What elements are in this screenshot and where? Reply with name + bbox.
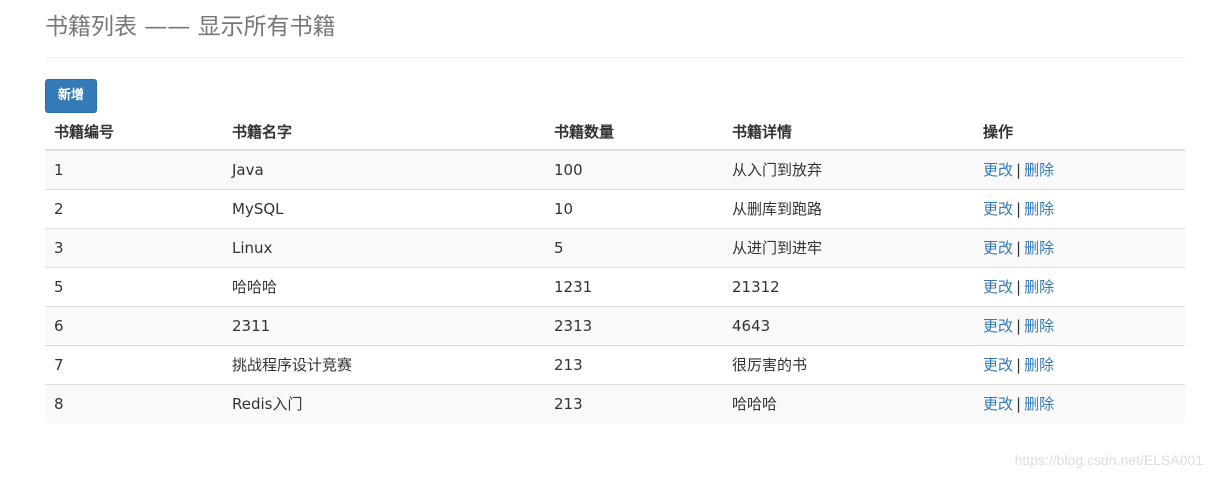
table-row: 8 Redis入门 213 哈哈哈 更改 | 删除 bbox=[45, 383, 1185, 423]
cell-detail: 很厉害的书 bbox=[723, 344, 974, 384]
column-header-actions: 操作 bbox=[974, 113, 1185, 151]
action-separator: | bbox=[1016, 356, 1022, 374]
cell-id: 3 bbox=[45, 227, 223, 267]
table-body: 1 Java 100 从入门到放弃 更改 | 删除 2 MySQL 10 从删库到跑… bbox=[45, 150, 1185, 423]
add-book-button[interactable]: 新增 bbox=[45, 79, 98, 113]
main-container: 书籍列表 —— 显示所有书籍 新增 书籍编号 书籍名字 书籍数量 书籍详情 操作… bbox=[45, 0, 1185, 423]
delete-link[interactable]: 删除 bbox=[1024, 356, 1054, 374]
cell-count: 5 bbox=[545, 227, 723, 267]
table-row: 7 挑战程序设计竞赛 213 很厉害的书 更改 | 删除 bbox=[45, 344, 1185, 384]
action-separator: | bbox=[1016, 278, 1022, 296]
edit-link[interactable]: 更改 bbox=[983, 161, 1013, 179]
cell-actions: 更改 | 删除 bbox=[974, 188, 1185, 228]
action-separator: | bbox=[1016, 200, 1022, 218]
cell-detail: 从删库到跑路 bbox=[723, 188, 974, 228]
edit-link[interactable]: 更改 bbox=[983, 356, 1013, 374]
action-separator: | bbox=[1016, 395, 1022, 414]
cell-detail: 21312 bbox=[723, 266, 974, 306]
cell-detail: 哈哈哈 bbox=[723, 383, 974, 423]
table-row: 5 哈哈哈 1231 21312 更改 | 删除 bbox=[45, 266, 1185, 306]
cell-id: 8 bbox=[45, 383, 223, 423]
column-header-count: 书籍数量 bbox=[545, 113, 723, 151]
cell-name: 哈哈哈 bbox=[223, 266, 545, 306]
column-header-detail: 书籍详情 bbox=[723, 113, 974, 151]
column-header-name: 书籍名字 bbox=[223, 113, 545, 151]
cell-count: 213 bbox=[545, 383, 723, 423]
cell-count: 2313 bbox=[545, 305, 723, 345]
table-row: 1 Java 100 从入门到放弃 更改 | 删除 bbox=[45, 150, 1185, 189]
cell-count: 10 bbox=[545, 188, 723, 228]
cell-detail: 从入门到放弃 bbox=[723, 150, 974, 189]
cell-count: 100 bbox=[545, 150, 723, 189]
cell-name: Redis入门 bbox=[223, 383, 545, 423]
cell-count: 1231 bbox=[545, 266, 723, 306]
table-row: 3 Linux 5 从进门到进牢 更改 | 删除 bbox=[45, 227, 1185, 267]
cell-actions: 更改 | 删除 bbox=[974, 305, 1185, 345]
cell-actions: 更改 | 删除 bbox=[974, 344, 1185, 384]
cell-id: 6 bbox=[45, 305, 223, 345]
table-row: 2 MySQL 10 从删库到跑路 更改 | 删除 bbox=[45, 188, 1185, 228]
cell-actions: 更改 | 删除 bbox=[974, 266, 1185, 306]
edit-link[interactable]: 更改 bbox=[983, 200, 1013, 218]
cell-detail: 从进门到进牢 bbox=[723, 227, 974, 267]
delete-link[interactable]: 删除 bbox=[1024, 395, 1054, 413]
column-header-id: 书籍编号 bbox=[45, 113, 223, 151]
watermark-text: https://blog.csdn.net/ELSA001 bbox=[1014, 452, 1203, 468]
edit-link[interactable]: 更改 bbox=[983, 395, 1013, 413]
cell-name: Java bbox=[223, 150, 545, 189]
cell-id: 7 bbox=[45, 344, 223, 384]
edit-link[interactable]: 更改 bbox=[983, 278, 1013, 296]
action-separator: | bbox=[1016, 161, 1022, 180]
edit-link[interactable]: 更改 bbox=[983, 239, 1013, 257]
page-title: 书籍列表 —— 显示所有书籍 bbox=[45, 14, 336, 40]
delete-link[interactable]: 删除 bbox=[1024, 161, 1054, 179]
action-separator: | bbox=[1016, 239, 1022, 257]
cell-actions: 更改 | 删除 bbox=[974, 150, 1185, 189]
cell-id: 5 bbox=[45, 266, 223, 306]
cell-actions: 更改 | 删除 bbox=[974, 227, 1185, 267]
cell-name: Linux bbox=[223, 227, 545, 267]
table-row: 6 2311 2313 4643 更改 | 删除 bbox=[45, 305, 1185, 345]
page-header: 书籍列表 —— 显示所有书籍 bbox=[45, 0, 1185, 58]
books-table: 书籍编号 书籍名字 书籍数量 书籍详情 操作 1 Java 100 从入门到放弃… bbox=[45, 113, 1185, 423]
edit-link[interactable]: 更改 bbox=[983, 317, 1013, 335]
cell-count: 213 bbox=[545, 344, 723, 384]
cell-name: 2311 bbox=[223, 305, 545, 345]
delete-link[interactable]: 删除 bbox=[1024, 200, 1054, 218]
table-header-row: 书籍编号 书籍名字 书籍数量 书籍详情 操作 bbox=[45, 113, 1185, 151]
cell-id: 1 bbox=[45, 150, 223, 189]
delete-link[interactable]: 删除 bbox=[1024, 239, 1054, 257]
cell-id: 2 bbox=[45, 188, 223, 228]
delete-link[interactable]: 删除 bbox=[1024, 278, 1054, 296]
table-header: 书籍编号 书籍名字 书籍数量 书籍详情 操作 bbox=[45, 113, 1185, 151]
cell-actions: 更改 | 删除 bbox=[974, 383, 1185, 423]
cell-detail: 4643 bbox=[723, 305, 974, 345]
cell-name: 挑战程序设计竞赛 bbox=[223, 344, 545, 384]
toolbar: 新增 bbox=[45, 79, 1185, 113]
action-separator: | bbox=[1016, 317, 1022, 335]
cell-name: MySQL bbox=[223, 188, 545, 228]
delete-link[interactable]: 删除 bbox=[1024, 317, 1054, 335]
